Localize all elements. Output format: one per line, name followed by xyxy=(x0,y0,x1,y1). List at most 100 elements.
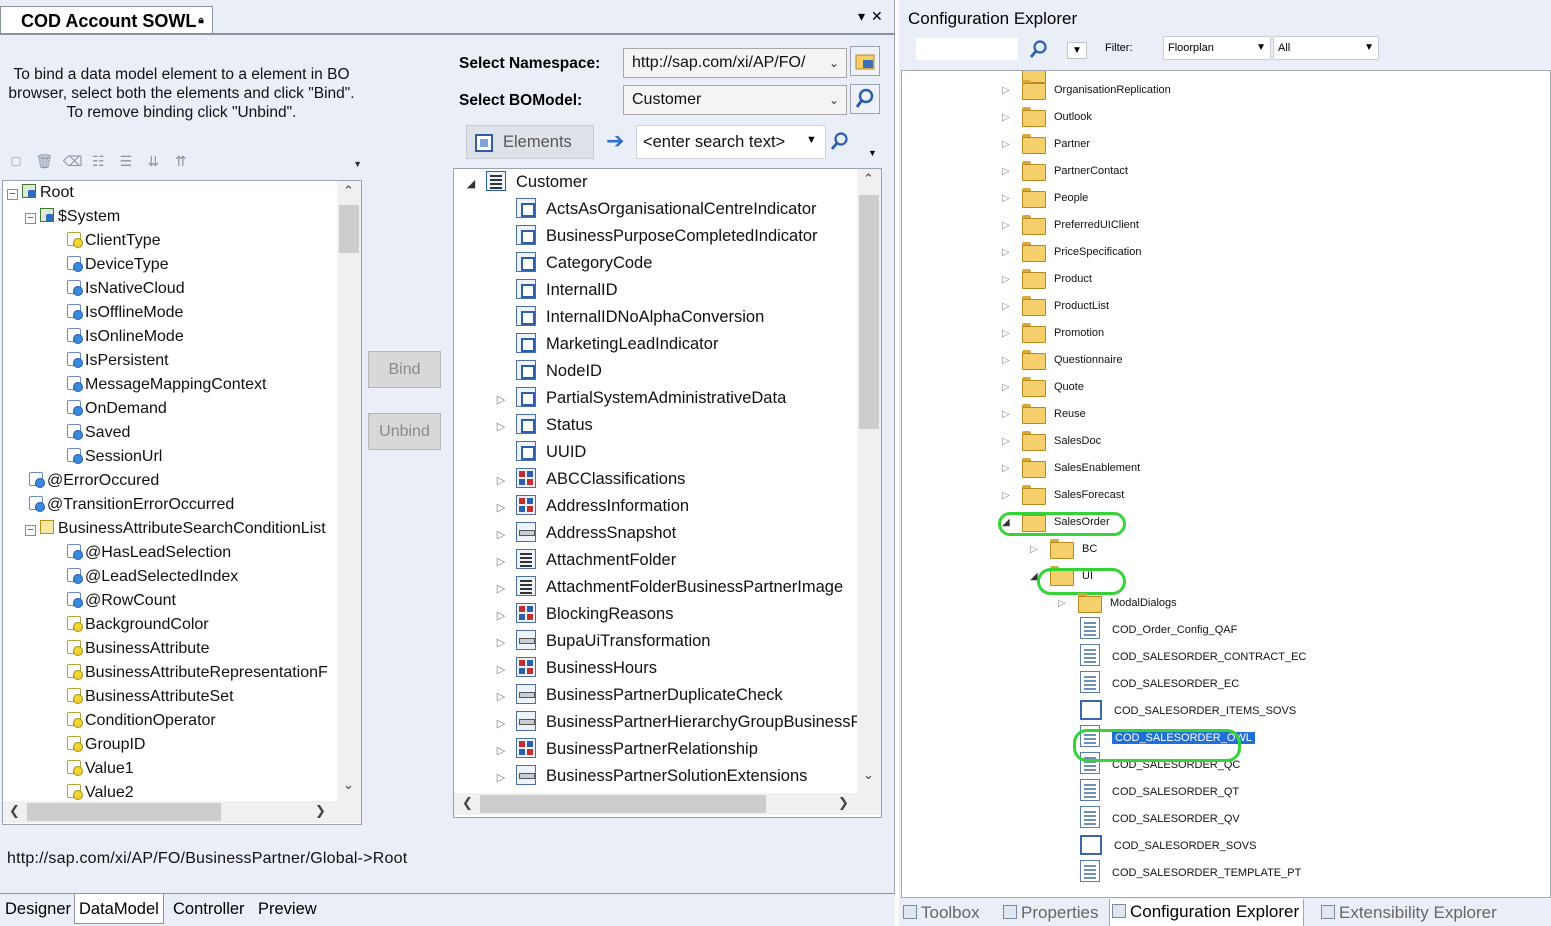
bo-tree-item[interactable]: ▷ Status xyxy=(494,412,593,439)
tab-controller[interactable]: Controller xyxy=(169,896,249,922)
tab-extensibility-explorer[interactable]: Extensibility Explorer xyxy=(1321,903,1497,923)
expand-icon[interactable]: ▷ xyxy=(1002,320,1014,347)
scroll-up-icon[interactable]: ⌃ xyxy=(343,183,354,199)
bo-tree-item[interactable]: ▷ BupaUiTransformation xyxy=(494,628,710,655)
tab-configuration-explorer[interactable]: Configuration Explorer xyxy=(1109,899,1305,926)
expand-all-icon[interactable]: ⇊ xyxy=(145,153,161,169)
expand-icon[interactable]: ▷ xyxy=(494,630,508,657)
open-namespace-button[interactable] xyxy=(850,46,880,76)
tree-folder[interactable]: ▷ People xyxy=(1002,185,1088,212)
bo-tree-item[interactable]: ▷ BusinessPartnerHierarchyGroupBusinessPa xyxy=(494,709,871,736)
add-icon[interactable]: □ xyxy=(8,153,24,169)
expand-icon[interactable]: ▷ xyxy=(494,468,508,495)
bo-tree-item[interactable]: ▷ AddressSnapshot xyxy=(494,520,676,547)
tree-node-customer[interactable]: ◢ Customer xyxy=(464,169,588,196)
bo-tree-item[interactable]: BusinessPurposeCompletedIndicator xyxy=(494,223,818,250)
scroll-right-icon[interactable]: ❯ xyxy=(315,803,326,819)
expand-icon[interactable]: ▷ xyxy=(494,414,508,441)
tree-file[interactable]: COD_SALESORDER_QT xyxy=(1080,779,1239,806)
tree-folder[interactable]: ▷ SalesForecast xyxy=(1002,482,1124,509)
search-icon[interactable] xyxy=(1027,38,1049,65)
datamodel-tree-item[interactable]: OnDemand xyxy=(63,397,167,421)
datamodel-tree-item[interactable]: − BusinessAttributeSearchConditionList xyxy=(25,517,326,541)
tree-file[interactable]: COD_Order_Config_QAF xyxy=(1080,617,1237,644)
collapse-all-icon[interactable]: ⇈ xyxy=(173,153,189,169)
datamodel-tree-item[interactable]: IsPersistent xyxy=(63,349,169,373)
tree-folder[interactable]: ▷ PartnerContact xyxy=(1002,158,1128,185)
tree-folder-bc[interactable]: ▷ BC xyxy=(1030,536,1097,563)
tree-folder[interactable]: ▷ Partner xyxy=(1002,131,1090,158)
datamodel-tree-item[interactable]: @TransitionErrorOccurred xyxy=(25,493,234,517)
expand-icon[interactable]: ▷ xyxy=(494,738,508,765)
tree-file[interactable]: COD_SALESORDER_QV xyxy=(1080,806,1240,833)
bo-tree-item[interactable]: MarketingLeadIndicator xyxy=(494,331,718,358)
scroll-down-icon[interactable]: ⌄ xyxy=(343,777,354,793)
tab-toolbox[interactable]: Toolbox xyxy=(903,903,980,923)
tab-properties[interactable]: Properties xyxy=(1003,903,1098,923)
datamodel-tree-item[interactable]: − $System xyxy=(25,205,120,229)
tree-folder[interactable]: ▷ SalesEnablement xyxy=(1002,455,1140,482)
datamodel-tree-item[interactable]: IsOnlineMode xyxy=(63,325,184,349)
tab-designer[interactable]: Designer xyxy=(1,896,75,922)
datamodel-vertical-scrollbar[interactable]: ⌃ ⌄ xyxy=(337,181,361,801)
bo-tree-item[interactable]: ▷ AttachmentFolder xyxy=(494,547,676,574)
datamodel-tree-item[interactable]: IsOfflineMode xyxy=(63,301,183,325)
search-icon[interactable] xyxy=(828,130,850,157)
expand-icon[interactable]: ▷ xyxy=(494,711,508,738)
scroll-down-icon[interactable]: ⌄ xyxy=(863,767,874,783)
search-dropdown-icon[interactable]: ▼ xyxy=(806,134,817,146)
expand-icon[interactable]: ▷ xyxy=(1002,455,1014,482)
expand-icon[interactable]: ▷ xyxy=(1058,590,1070,617)
scroll-left-icon[interactable]: ❮ xyxy=(9,803,20,819)
datamodel-tree-item[interactable]: GroupID xyxy=(63,733,145,757)
scroll-up-icon[interactable]: ⌃ xyxy=(863,171,874,187)
unbind-button[interactable]: Unbind xyxy=(368,413,441,450)
hierarchy-icon[interactable]: ☷ xyxy=(90,153,106,169)
bo-tree-item[interactable]: ▷ BusinessPartnerDuplicateCheck xyxy=(494,682,783,709)
expand-icon[interactable]: ▷ xyxy=(1002,401,1014,428)
delete-icon[interactable]: 🗑︎ xyxy=(35,153,53,169)
tree-file[interactable]: COD_SALESORDER_ITEMS_SOVS xyxy=(1080,698,1296,725)
arrow-right-icon[interactable]: ➔ xyxy=(606,128,624,154)
tree-folder-modaldialogs[interactable]: ▷ ModalDialogs xyxy=(1058,590,1177,617)
collapse-icon[interactable]: ◢ xyxy=(464,171,478,198)
scroll-left-icon[interactable]: ❮ xyxy=(462,795,473,811)
expand-icon[interactable]: ▷ xyxy=(494,684,508,711)
tree-file[interactable]: COD_SALESORDER_SOVS xyxy=(1080,833,1256,860)
expand-icon[interactable]: ▷ xyxy=(494,657,508,684)
expand-icon[interactable]: ▷ xyxy=(494,765,508,792)
tree-folder[interactable]: ▷ Product xyxy=(1002,266,1092,293)
datamodel-tree-item[interactable]: ConditionOperator xyxy=(63,709,216,733)
expand-icon[interactable]: ▷ xyxy=(1002,482,1014,509)
expand-icon[interactable]: ▷ xyxy=(1002,158,1014,185)
expand-icon[interactable]: ▷ xyxy=(1002,428,1014,455)
tree-folder[interactable]: ▷ ProductList xyxy=(1002,293,1109,320)
bo-tree-item[interactable]: ▷ PartialSystemAdministrativeData xyxy=(494,385,786,412)
expand-icon[interactable]: ▷ xyxy=(1002,104,1014,131)
tree-file[interactable]: COD_SALESORDER_TEMPLATE_PT xyxy=(1080,860,1301,887)
bo-tree-item[interactable]: ▷ AttachmentFolderBusinessPartnerImage xyxy=(494,574,843,601)
toolbar-overflow-icon[interactable]: ▼ xyxy=(868,148,877,158)
datamodel-tree-item[interactable]: @ErrorOccured xyxy=(25,469,159,493)
datamodel-tree-item[interactable]: BackgroundColor xyxy=(63,613,209,637)
tab-dropdown-icon[interactable]: ▾ xyxy=(858,8,871,24)
expand-icon[interactable]: ▷ xyxy=(1002,293,1014,320)
bo-tree-item[interactable]: UUID xyxy=(494,439,586,466)
tree-folder[interactable]: ▷ Questionnaire xyxy=(1002,347,1123,374)
datamodel-tree-item[interactable]: − Root xyxy=(7,181,74,205)
expand-icon[interactable]: ▷ xyxy=(1002,212,1014,239)
filter-scope-select[interactable]: All ▼ xyxy=(1273,36,1379,60)
expand-icon[interactable]: ▷ xyxy=(1002,185,1014,212)
bo-tree-item[interactable]: InternalID xyxy=(494,277,618,304)
element-search-input[interactable]: <enter search text> xyxy=(636,125,826,159)
expand-icon[interactable]: ▷ xyxy=(494,495,508,522)
datamodel-tree-item[interactable]: @LeadSelectedIndex xyxy=(63,565,238,589)
expand-icon[interactable]: ▷ xyxy=(1002,131,1014,158)
expand-icon[interactable]: ▷ xyxy=(1002,374,1014,401)
bo-tree-item[interactable]: ▷ BusinessHours xyxy=(494,655,657,682)
expand-icon[interactable]: ▷ xyxy=(1002,266,1014,293)
tree-folder[interactable]: ▷ Quote xyxy=(1002,374,1084,401)
expand-icon[interactable]: ▷ xyxy=(1002,347,1014,374)
tree-file[interactable]: COD_SALESORDER_EC xyxy=(1080,671,1239,698)
elements-view-button[interactable]: Elements xyxy=(466,125,594,159)
